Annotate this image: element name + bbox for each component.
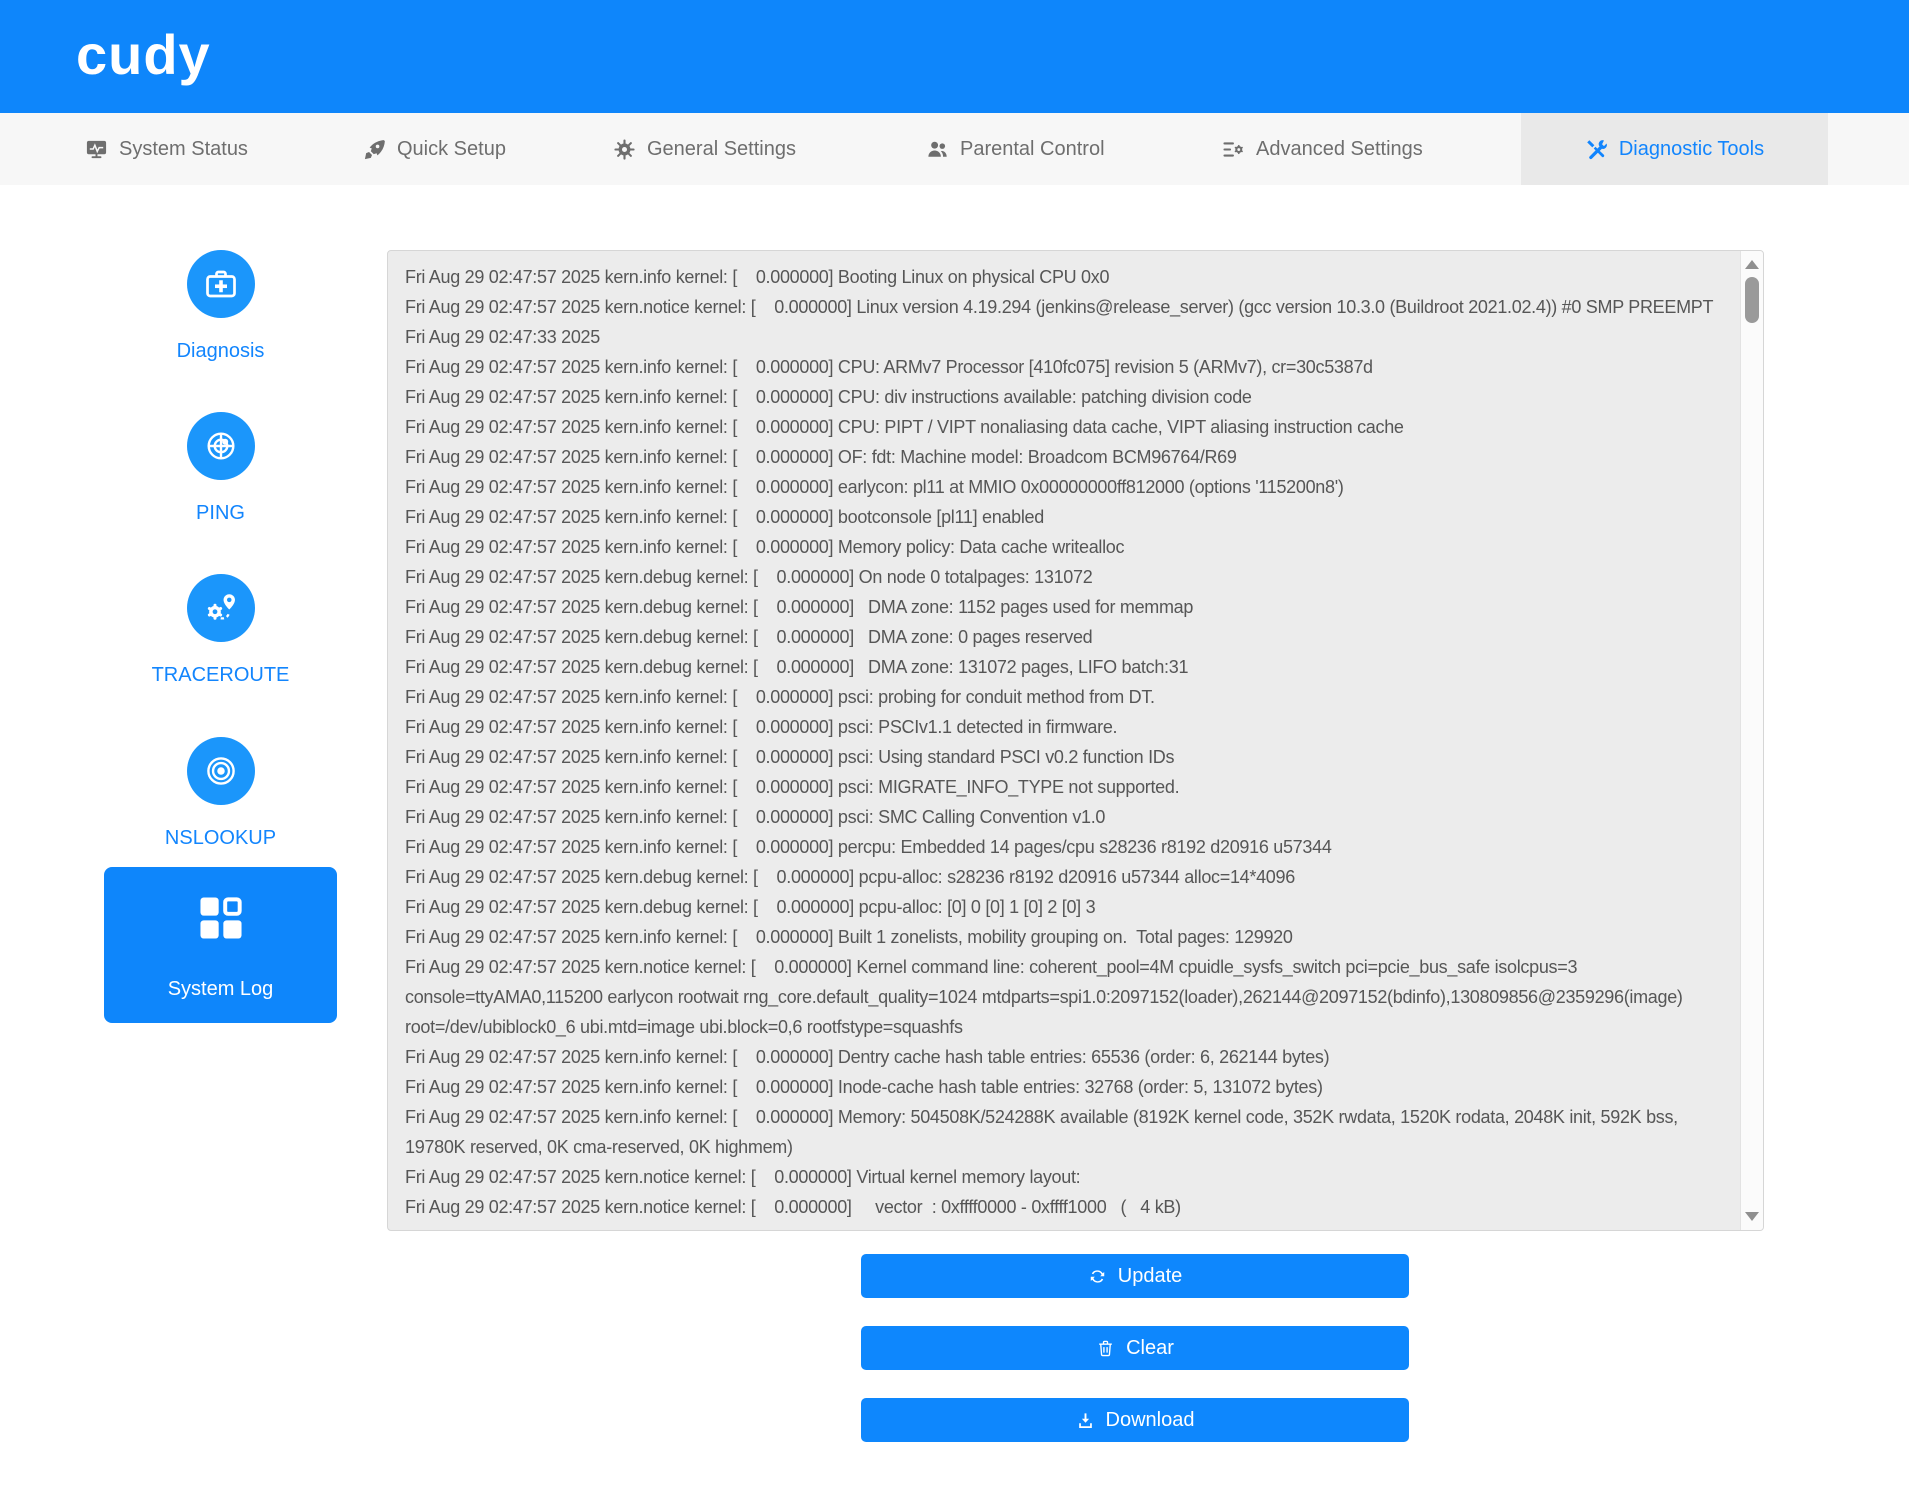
log-line: Fri Aug 29 02:47:57 2025 kern.notice ker… — [405, 297, 1718, 347]
users-icon — [928, 141, 947, 157]
log-line: Fri Aug 29 02:47:57 2025 kern.info kerne… — [405, 417, 1404, 437]
app-header: cudy — [0, 0, 1909, 113]
log-line: Fri Aug 29 02:47:57 2025 kern.info kerne… — [405, 837, 1332, 857]
rocket-icon — [364, 139, 385, 159]
grid-icon — [199, 896, 242, 939]
log-line: Fri Aug 29 02:47:57 2025 kern.info kerne… — [405, 267, 1110, 287]
tab-parental-control[interactable]: Parental Control — [926, 113, 1105, 185]
log-line: Fri Aug 29 02:47:57 2025 kern.info kerne… — [405, 1047, 1330, 1067]
ping-circle — [186, 412, 255, 480]
scrollbar-thumb[interactable] — [1745, 277, 1759, 323]
log-line: Fri Aug 29 02:47:57 2025 kern.debug kern… — [405, 897, 1096, 917]
clear-button[interactable]: Clear — [861, 1326, 1409, 1370]
log-line: Fri Aug 29 02:47:57 2025 kern.info kerne… — [405, 477, 1344, 497]
wrench-screwdriver-icon — [1587, 139, 1607, 159]
log-line: Fri Aug 29 02:47:57 2025 kern.notice ker… — [405, 1197, 1181, 1217]
log-line: Fri Aug 29 02:47:57 2025 kern.debug kern… — [405, 597, 1194, 617]
log-line: Fri Aug 29 02:47:57 2025 kern.info kerne… — [405, 777, 1180, 797]
scroll-up-arrow-icon[interactable] — [1745, 260, 1759, 269]
tab-system-status[interactable]: System Status — [85, 113, 248, 185]
log-line: Fri Aug 29 02:47:57 2025 kern.info kerne… — [405, 507, 1044, 527]
sidebar-item-label: Diagnosis — [176, 340, 265, 362]
sidebar-item-label: TRACEROUTE — [151, 664, 290, 686]
tab-label: Diagnostic Tools — [1618, 137, 1765, 160]
first-aid-icon — [205, 270, 236, 298]
log-line: Fri Aug 29 02:47:57 2025 kern.notice ker… — [405, 1167, 1081, 1187]
log-line: Fri Aug 29 02:47:57 2025 kern.info kerne… — [405, 387, 1252, 407]
log-scrollbar[interactable] — [1740, 251, 1763, 1230]
log-line: Fri Aug 29 02:47:57 2025 kern.debug kern… — [405, 867, 1295, 887]
download-button[interactable]: Download — [861, 1398, 1409, 1442]
gear-icon — [614, 138, 635, 160]
system-status-icon — [86, 140, 107, 158]
sidebar-item-diagnosis[interactable]: Diagnosis — [104, 250, 337, 363]
download-icon — [1078, 1412, 1092, 1428]
sidebar-item-nslookup[interactable]: NSLOOKUP — [104, 737, 337, 850]
system-log-tile-label: System Log — [167, 977, 274, 1000]
route-pin-gear-icon — [207, 594, 235, 620]
log-line: Fri Aug 29 02:47:57 2025 kern.info kerne… — [405, 927, 1293, 947]
sidebar-item-system-log-active[interactable]: System Log — [104, 867, 337, 1023]
log-line: Fri Aug 29 02:47:57 2025 kern.notice ker… — [405, 957, 1688, 1037]
log-line: Fri Aug 29 02:47:57 2025 kern.debug kern… — [405, 627, 1093, 647]
button-label: Update — [1117, 1264, 1183, 1287]
diagnosis-circle — [186, 250, 255, 318]
log-line: Fri Aug 29 02:47:57 2025 kern.info kerne… — [405, 1077, 1323, 1097]
sidebar-item-label: PING — [196, 502, 245, 524]
tab-quick-setup[interactable]: Quick Setup — [363, 113, 506, 185]
button-label: Download — [1105, 1408, 1195, 1431]
log-content[interactable]: Fri Aug 29 02:47:57 2025 kern.info kerne… — [388, 251, 1740, 1230]
log-line: Fri Aug 29 02:47:57 2025 kern.info kerne… — [405, 717, 1118, 737]
trash-icon — [1099, 1340, 1112, 1356]
sidebar-item-label: NSLOOKUP — [164, 827, 277, 849]
system-log-panel: Fri Aug 29 02:47:57 2025 kern.info kerne… — [387, 250, 1764, 1231]
concentric-eye-icon — [206, 757, 235, 785]
sidebar-item-ping[interactable]: PING — [104, 412, 337, 525]
log-line: Fri Aug 29 02:47:57 2025 kern.debug kern… — [405, 567, 1093, 587]
log-line: Fri Aug 29 02:47:57 2025 kern.info kerne… — [405, 357, 1373, 377]
log-line: Fri Aug 29 02:47:57 2025 kern.info kerne… — [405, 1107, 1683, 1157]
log-line: Fri Aug 29 02:47:57 2025 kern.info kerne… — [405, 447, 1237, 467]
refresh-icon — [1090, 1269, 1104, 1283]
log-line: Fri Aug 29 02:47:57 2025 kern.debug kern… — [405, 657, 1189, 677]
tab-label: System Status — [119, 137, 248, 160]
log-line: Fri Aug 29 02:47:57 2025 kern.info kerne… — [405, 537, 1125, 557]
button-label: Clear — [1126, 1336, 1174, 1359]
log-line: Fri Aug 29 02:47:57 2025 kern.info kerne… — [405, 747, 1175, 767]
log-line: Fri Aug 29 02:47:57 2025 kern.info kerne… — [405, 687, 1155, 707]
sidebar-item-traceroute[interactable]: TRACEROUTE — [104, 574, 337, 687]
traceroute-circle — [186, 574, 255, 642]
tab-general-settings[interactable]: General Settings — [613, 113, 796, 185]
tab-diagnostic-tools[interactable]: Diagnostic Tools — [1521, 113, 1828, 185]
main-nav: System Status Quick Setup General Settin… — [0, 113, 1909, 185]
update-button[interactable]: Update — [861, 1254, 1409, 1298]
tab-label: Advanced Settings — [1256, 137, 1423, 160]
cudy-logo: cudy — [76, 23, 211, 86]
tab-label: General Settings — [647, 137, 796, 160]
log-line: Fri Aug 29 02:47:57 2025 kern.info kerne… — [405, 807, 1106, 827]
radar-icon — [207, 432, 234, 460]
nslookup-circle — [186, 737, 255, 805]
sliders-gear-icon — [1223, 141, 1243, 157]
scroll-down-arrow-icon[interactable] — [1745, 1212, 1759, 1221]
tab-advanced-settings[interactable]: Advanced Settings — [1222, 113, 1423, 185]
tab-label: Parental Control — [960, 137, 1105, 160]
tab-label: Quick Setup — [397, 137, 506, 160]
